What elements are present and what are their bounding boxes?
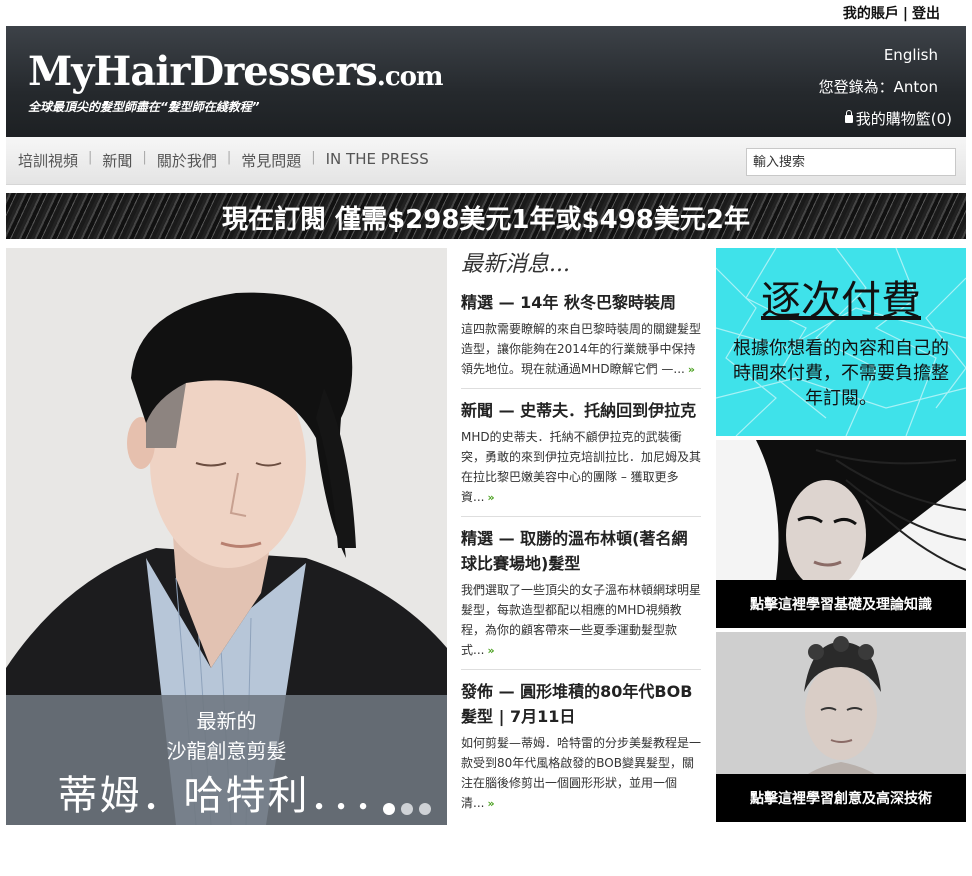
account-bar: 我的賬戶 | 登出	[0, 0, 972, 26]
pay-per-view-desc: 根據你想看的內容和自己的時間來付費，不需要負擔整年訂閱。	[733, 338, 949, 409]
read-more-link[interactable]: »	[688, 363, 695, 376]
pay-per-view-promo[interactable]: 逐次付費 根據你想看的內容和自己的時間來付費，不需要負擔整年訂閱。	[716, 248, 966, 436]
basics-promo[interactable]: 點擊這裡學習基礎及理論知識	[716, 440, 966, 628]
logout-link[interactable]: 登出	[912, 6, 940, 22]
news-item-body: 如何剪髮—蒂姆．哈特雷的分步美髮教程是一款受到80年代風格啟發的BOB變異髮型，…	[461, 733, 701, 814]
slide-indicators	[383, 803, 431, 815]
lock-icon	[844, 110, 853, 123]
news-item-title[interactable]: 精選 — 取勝的溫布林頓(著名網球比賽場地)髮型	[461, 526, 701, 576]
news-heading: 最新消息...	[461, 252, 570, 277]
slide-dot[interactable]	[383, 803, 395, 815]
read-more-link[interactable]: »	[487, 797, 494, 810]
nav-divider: |	[226, 150, 232, 165]
nav-divider: |	[142, 150, 147, 165]
nav-item-press[interactable]: IN THE PRESS	[326, 150, 429, 171]
language-link[interactable]: English	[884, 46, 938, 64]
my-account-link[interactable]: 我的賬戶	[843, 6, 899, 22]
basics-promo-label: 點擊這裡學習基礎及理論知識	[716, 580, 966, 628]
logo-suffix: .com	[376, 62, 444, 92]
news-item-body: MHD的史蒂夫．托納不顧伊拉克的武裝衝突，勇敢的來到伊拉克培訓拉比．加尼姆及其在…	[461, 427, 701, 508]
account-links: 我的賬戶 | 登出	[843, 3, 940, 23]
nav-item-news[interactable]: 新聞	[102, 150, 132, 171]
news-item-text: 這四款需要瞭解的來自巴黎時裝周的關鍵髮型造型，讓你能夠在2014年的行業競爭中保…	[461, 322, 702, 376]
nav-item-training-videos[interactable]: 培訓視頻	[18, 150, 78, 171]
site-logo[interactable]: MyHairDressers.com	[28, 48, 444, 95]
pay-per-view-title: 逐次付費	[761, 278, 921, 324]
hero-slideshow[interactable]: 最新的 沙龍創意剪髮 蒂姆．哈特利．．．	[6, 248, 447, 825]
read-more-link[interactable]: »	[487, 491, 494, 504]
hero-caption-title: 蒂姆．哈特利．．．	[57, 773, 396, 819]
hero-caption: 最新的 沙龍創意剪髮 蒂姆．哈特利．．．	[6, 695, 447, 825]
site-tagline: 全球最頂尖的髮型師盡在“髮型師在綫教程”	[28, 100, 260, 114]
search-input[interactable]	[746, 148, 956, 176]
slide-dot[interactable]	[401, 803, 413, 815]
hero-caption-line2: 沙龍創意剪髮	[166, 739, 287, 763]
news-item: 新聞 — 史蒂夫．托納回到伊拉克 MHD的史蒂夫．托納不顧伊拉克的武裝衝突，勇敢…	[461, 398, 701, 517]
news-item-text: 如何剪髮—蒂姆．哈特雷的分步美髮教程是一款受到80年代風格啟發的BOB變異髮型，…	[461, 736, 702, 810]
login-status: 您登錄為：Anton	[818, 78, 938, 96]
cart-label: 我的購物籃(0)	[855, 110, 952, 128]
advanced-promo[interactable]: 點擊這裡學習創意及高深技術	[716, 632, 966, 822]
latest-news: 最新消息... 精選 — 14年 秋冬巴黎時裝周 這四款需要瞭解的來自巴黎時裝周…	[461, 246, 701, 831]
nav-divider: |	[88, 150, 93, 165]
site-header: MyHairDressers.com 全球最頂尖的髮型師盡在“髮型師在綫教程” …	[6, 26, 966, 137]
cart-link[interactable]: 我的購物籃(0)	[844, 108, 952, 129]
news-item-body: 這四款需要瞭解的來自巴黎時裝周的關鍵髮型造型，讓你能夠在2014年的行業競爭中保…	[461, 319, 701, 380]
subscribe-banner-text: 現在訂閱 僅需$298美元1年或$498美元2年	[222, 205, 750, 235]
news-item-text: 我們選取了一些頂尖的女子溫布林頓網球明星髮型，每款造型都配以相應的MHD視頻教程…	[461, 583, 702, 657]
news-item: 精選 — 14年 秋冬巴黎時裝周 這四款需要瞭解的來自巴黎時裝周的關鍵髮型造型，…	[461, 290, 701, 389]
logo-main: MyHairDressers	[28, 48, 378, 95]
subscribe-banner[interactable]: 現在訂閱 僅需$298美元1年或$498美元2年	[6, 193, 966, 239]
nav-menu: 培訓視頻 | 新聞 | 關於我們 | 常見問題 | IN THE PRESS	[18, 150, 429, 171]
nav-item-about[interactable]: 關於我們	[157, 150, 217, 171]
news-item-body: 我們選取了一些頂尖的女子溫布林頓網球明星髮型，每款造型都配以相應的MHD視頻教程…	[461, 580, 701, 661]
news-item: 精選 — 取勝的溫布林頓(著名網球比賽場地)髮型 我們選取了一些頂尖的女子溫布林…	[461, 526, 701, 670]
news-item-text: MHD的史蒂夫．托納不顧伊拉克的武裝衝突，勇敢的來到伊拉克培訓拉比．加尼姆及其在…	[461, 430, 702, 504]
read-more-link[interactable]: »	[487, 644, 494, 657]
news-item-title[interactable]: 發佈 — 圓形堆積的80年代BOB 髮型 | 7月11日	[461, 679, 701, 729]
slide-dot[interactable]	[419, 803, 431, 815]
advanced-promo-label: 點擊這裡學習創意及高深技術	[716, 774, 966, 822]
nav-item-faq[interactable]: 常見問題	[241, 150, 301, 171]
nav-divider: |	[311, 150, 316, 165]
news-item-title[interactable]: 精選 — 14年 秋冬巴黎時裝周	[461, 290, 701, 315]
news-item-title[interactable]: 新聞 — 史蒂夫．托納回到伊拉克	[461, 398, 701, 423]
hero-caption-line1: 最新的	[196, 709, 257, 733]
news-item: 發佈 — 圓形堆積的80年代BOB 髮型 | 7月11日 如何剪髮—蒂姆．哈特雷…	[461, 679, 701, 822]
account-separator: |	[902, 6, 908, 22]
main-nav: 培訓視頻 | 新聞 | 關於我們 | 常見問題 | IN THE PRESS	[6, 137, 966, 185]
